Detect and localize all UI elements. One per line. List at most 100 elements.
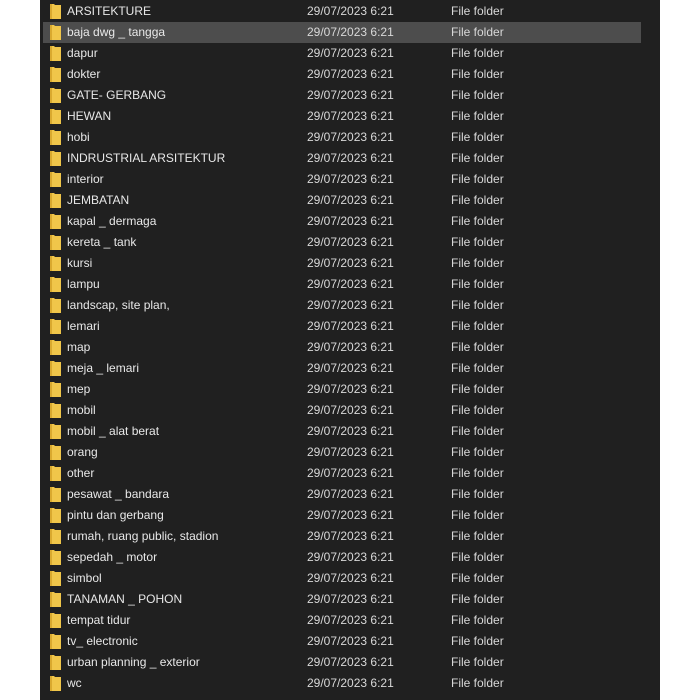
file-name: pintu dan gerbang	[67, 508, 164, 522]
file-name: mobil _ alat berat	[67, 424, 160, 438]
file-row[interactable]: orang 29/07/2023 6:21 File folder	[40, 442, 660, 463]
file-row[interactable]: map 29/07/2023 6:21 File folder	[40, 337, 660, 358]
file-row[interactable]: simbol 29/07/2023 6:21 File folder	[40, 568, 660, 589]
file-name: map	[67, 340, 91, 354]
file-row[interactable]: TANAMAN _ POHON 29/07/2023 6:21 File folde…	[40, 589, 660, 610]
file-type: File folder	[451, 613, 504, 627]
file-name: landscap, site plan,	[67, 298, 170, 312]
file-date-modified: 29/07/2023 6:21	[307, 151, 394, 165]
folder-icon	[49, 676, 62, 691]
folder-icon	[49, 634, 62, 649]
file-type: File folder	[451, 193, 504, 207]
file-type: File folder	[451, 130, 504, 144]
file-date-modified: 29/07/2023 6:21	[307, 214, 394, 228]
file-row[interactable]: kereta _ tank 29/07/2023 6:21 File folder	[40, 232, 660, 253]
file-name: INDRUSTRIAL ARSITEKTUR	[67, 151, 226, 165]
file-name: orang	[67, 445, 98, 459]
file-row[interactable]: pintu dan gerbang 29/07/2023 6:21 File fol…	[40, 505, 660, 526]
file-row[interactable]: kursi 29/07/2023 6:21 File folder	[40, 253, 660, 274]
file-row[interactable]: ARSITEKTURE 29/07/2023 6:21 File folder	[40, 1, 660, 22]
file-row[interactable]: mobil 29/07/2023 6:21 File folder	[40, 400, 660, 421]
file-date-modified: 29/07/2023 6:21	[307, 109, 394, 123]
file-date-modified: 29/07/2023 6:21	[307, 613, 394, 627]
file-type: File folder	[451, 172, 504, 186]
file-row[interactable]: wc 29/07/2023 6:21 File folder	[40, 673, 660, 694]
file-name: urban planning _ exterior	[67, 655, 200, 669]
file-date-modified: 29/07/2023 6:21	[307, 634, 394, 648]
folder-icon	[49, 361, 62, 376]
file-date-modified: 29/07/2023 6:21	[307, 571, 394, 585]
folder-icon	[49, 403, 62, 418]
folder-icon	[49, 67, 62, 82]
file-list-panel: ARSITEKTURE 29/07/2023 6:21 File folder baj…	[40, 0, 660, 700]
file-row[interactable]: mobil _ alat berat 29/07/2023 6:21 File fo…	[40, 421, 660, 442]
file-row[interactable]: mep 29/07/2023 6:21 File folder	[40, 379, 660, 400]
file-type: File folder	[451, 4, 504, 18]
file-row[interactable]: landscap, site plan, 29/07/2023 6:21 File …	[40, 295, 660, 316]
folder-icon	[49, 4, 62, 19]
folder-icon	[49, 235, 62, 250]
file-date-modified: 29/07/2023 6:21	[307, 25, 394, 39]
file-type: File folder	[451, 487, 504, 501]
file-row[interactable]: HEWAN 29/07/2023 6:21 File folder	[40, 106, 660, 127]
file-row[interactable]: dokter 29/07/2023 6:21 File folder	[40, 64, 660, 85]
file-type: File folder	[451, 67, 504, 81]
file-row[interactable]: INDRUSTRIAL ARSITEKTUR 29/07/2023 6:21 Fil…	[40, 148, 660, 169]
file-row[interactable]: baja dwg _ tangga 29/07/2023 6:21 File fol…	[43, 22, 641, 43]
file-type: File folder	[451, 256, 504, 270]
file-date-modified: 29/07/2023 6:21	[307, 676, 394, 690]
folder-icon	[49, 424, 62, 439]
folder-icon	[49, 256, 62, 271]
folder-icon	[49, 172, 62, 187]
file-row[interactable]: pesawat _ bandara 29/07/2023 6:21 File fol…	[40, 484, 660, 505]
folder-icon	[49, 340, 62, 355]
file-row[interactable]: interior 29/07/2023 6:21 File folder	[40, 169, 660, 190]
file-type: File folder	[451, 319, 504, 333]
file-date-modified: 29/07/2023 6:21	[307, 277, 394, 291]
folder-icon	[49, 319, 62, 334]
file-type: File folder	[451, 25, 504, 39]
file-type: File folder	[451, 277, 504, 291]
folder-icon	[49, 571, 62, 586]
file-date-modified: 29/07/2023 6:21	[307, 340, 394, 354]
file-type: File folder	[451, 424, 504, 438]
file-row[interactable]: kapal _ dermaga 29/07/2023 6:21 File folde…	[40, 211, 660, 232]
file-date-modified: 29/07/2023 6:21	[307, 130, 394, 144]
file-name: HEWAN	[67, 109, 112, 123]
file-row[interactable]: JEMBATAN 29/07/2023 6:21 File folder	[40, 190, 660, 211]
folder-icon	[49, 214, 62, 229]
file-type: File folder	[451, 109, 504, 123]
file-name: TANAMAN _ POHON	[67, 592, 183, 606]
file-type: File folder	[451, 382, 504, 396]
file-row[interactable]: dapur 29/07/2023 6:21 File folder	[40, 43, 660, 64]
file-row[interactable]: lemari 29/07/2023 6:21 File folder	[40, 316, 660, 337]
file-name: lemari	[67, 319, 100, 333]
folder-icon	[49, 151, 62, 166]
file-row[interactable]: urban planning _ exterior 29/07/2023 6:21…	[40, 652, 660, 673]
file-date-modified: 29/07/2023 6:21	[307, 508, 394, 522]
file-date-modified: 29/07/2023 6:21	[307, 88, 394, 102]
file-type: File folder	[451, 571, 504, 585]
file-date-modified: 29/07/2023 6:21	[307, 403, 394, 417]
file-type: File folder	[451, 529, 504, 543]
file-name: dapur	[67, 46, 98, 60]
file-row[interactable]: hobi 29/07/2023 6:21 File folder	[40, 127, 660, 148]
file-date-modified: 29/07/2023 6:21	[307, 550, 394, 564]
file-row[interactable]: lampu 29/07/2023 6:21 File folder	[40, 274, 660, 295]
folder-icon	[49, 193, 62, 208]
folder-icon	[49, 529, 62, 544]
file-row[interactable]: tempat tidur 29/07/2023 6:21 File folder	[40, 610, 660, 631]
file-date-modified: 29/07/2023 6:21	[307, 256, 394, 270]
folder-icon	[49, 298, 62, 313]
file-row[interactable]: GATE- GERBANG 29/07/2023 6:21 File folder	[40, 85, 660, 106]
file-row[interactable]: rumah, ruang public, stadion 29/07/2023 6…	[40, 526, 660, 547]
file-date-modified: 29/07/2023 6:21	[307, 235, 394, 249]
file-row[interactable]: tv_ electronic 29/07/2023 6:21 File folder	[40, 631, 660, 652]
file-date-modified: 29/07/2023 6:21	[307, 4, 394, 18]
file-name: simbol	[67, 571, 102, 585]
file-row[interactable]: other 29/07/2023 6:21 File folder	[40, 463, 660, 484]
file-type: File folder	[451, 214, 504, 228]
file-name: tempat tidur	[67, 613, 131, 627]
file-row[interactable]: sepedah _ motor 29/07/2023 6:21 File folde…	[40, 547, 660, 568]
file-row[interactable]: meja _ lemari 29/07/2023 6:21 File folder	[40, 358, 660, 379]
